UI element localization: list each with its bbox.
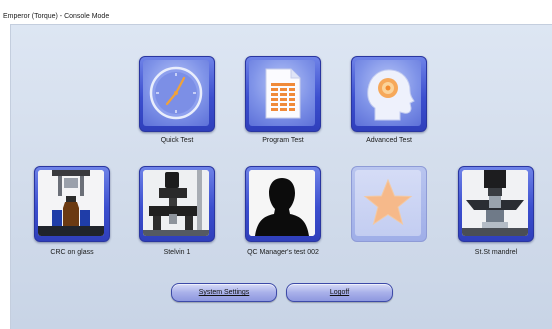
person-silhouette-icon xyxy=(249,170,315,236)
empty-favorite-slot[interactable] xyxy=(351,166,427,242)
st-st-mandrel-label: St.St mandrel xyxy=(474,249,518,256)
logoff-button[interactable]: Logoff xyxy=(286,283,393,302)
title-bar: Emperor (Torque) - Console Mode xyxy=(0,0,552,24)
star-icon xyxy=(355,170,421,236)
head-profile-icon xyxy=(355,60,421,126)
crc-on-glass-label: CRC on glass xyxy=(50,249,94,256)
spreadsheet-document-icon xyxy=(249,60,315,126)
qc-managers-test-label: QC Manager's test 002 xyxy=(247,249,319,256)
quick-test-button[interactable] xyxy=(139,56,215,132)
system-settings-button[interactable]: System Settings xyxy=(171,283,277,302)
window-title: Emperor (Torque) - Console Mode xyxy=(3,13,110,20)
console-window: Emperor (Torque) - Console Mode Quick Te… xyxy=(0,0,552,329)
stelvin-1-button[interactable] xyxy=(139,166,215,242)
st-st-mandrel-button[interactable] xyxy=(458,166,534,242)
quick-test-label: Quick Test xyxy=(160,137,194,144)
advanced-test-button[interactable] xyxy=(351,56,427,132)
program-test-label: Program Test xyxy=(262,137,304,144)
logoff-label: Logoff xyxy=(329,289,350,296)
qc-managers-test-button[interactable] xyxy=(245,166,321,242)
program-test-button[interactable] xyxy=(245,56,321,132)
torque-tester-photo xyxy=(143,170,209,236)
advanced-test-label: Advanced Test xyxy=(366,137,412,144)
stelvin-1-label: Stelvin 1 xyxy=(163,249,191,256)
mandrel-fixture-photo xyxy=(462,170,528,236)
system-settings-label: System Settings xyxy=(198,289,250,296)
clock-icon xyxy=(143,60,209,126)
bottle-fixture-photo xyxy=(38,170,104,236)
crc-on-glass-button[interactable] xyxy=(34,166,110,242)
